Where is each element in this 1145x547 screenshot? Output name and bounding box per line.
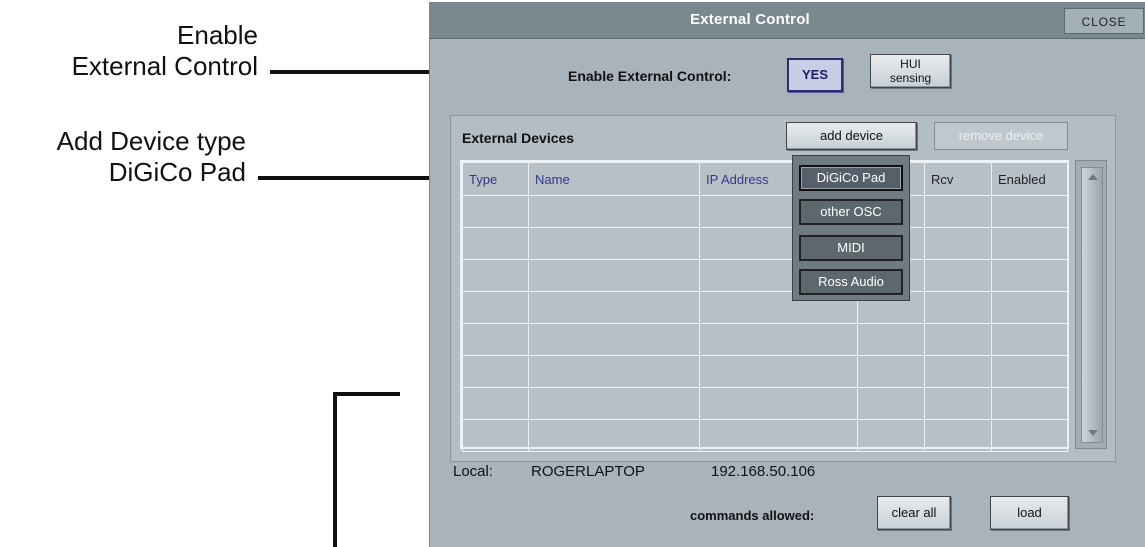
bracket-line-horizontal [333,392,400,396]
add-device-button[interactable]: add device [786,122,917,150]
enable-external-control-label: Enable External Control: [568,68,732,84]
callout-enable-line1: Enable [177,20,258,50]
clear-all-button[interactable]: clear all [877,496,951,530]
load-button[interactable]: load [990,496,1069,530]
enable-yes-button[interactable]: YES [787,58,843,92]
table-row[interactable] [462,387,1068,420]
callout-enable-line2: External Control [71,51,258,81]
callout-add-line1: Add Device type [56,126,246,156]
device-type-digico-pad[interactable]: DiGiCo Pad [799,165,903,191]
scrollbar-track[interactable] [1081,167,1103,443]
device-type-midi[interactable]: MIDI [799,235,903,261]
device-type-ross-audio[interactable]: Ross Audio [799,269,903,295]
callout-enable-external-control: Enable External Control [0,20,258,82]
table-row[interactable] [462,419,1068,452]
table-row[interactable] [462,195,1068,228]
hui-label: HUI [900,57,921,71]
column-name[interactable]: Name [528,162,700,196]
local-ip-address: 192.168.50.106 [711,463,816,480]
callout-add-device-type: Add Device type DiGiCo Pad [0,126,246,188]
sensing-label: sensing [889,71,932,85]
column-rcv[interactable]: Rcv [924,162,992,196]
external-control-window: External Control CLOSE Enable External C… [429,2,1145,547]
remove-device-button[interactable]: remove device [934,122,1068,150]
table-row[interactable] [462,259,1068,292]
column-type[interactable]: Type [462,162,529,196]
window-title: External Control [690,11,810,28]
local-host-name: ROGERLAPTOP [531,463,645,480]
table-row[interactable] [462,355,1068,388]
column-enabled[interactable]: Enabled [991,162,1068,196]
table-row[interactable] [462,291,1068,324]
external-devices-title: External Devices [462,130,575,146]
device-type-other-osc[interactable]: other OSC [799,199,903,225]
titlebar: External Control CLOSE [430,2,1145,39]
local-label: Local: [453,463,494,480]
commands-allowed-label: commands allowed: [690,508,815,523]
vertical-scrollbar[interactable] [1075,160,1107,449]
scroll-down-icon[interactable] [1088,430,1098,436]
callout-add-line2: DiGiCo Pad [108,157,246,187]
add-device-dropdown: DiGiCo Pad other OSC MIDI Ross Audio [792,155,910,301]
devices-table: Type Name IP Address Rcv Enabled [460,160,1069,452]
close-button[interactable]: CLOSE [1064,8,1144,34]
table-header-row: Type Name IP Address Rcv Enabled [462,162,1068,196]
hui-sensing-button[interactable]: HUI sensing [870,54,951,88]
bracket-line-vertical [333,392,337,547]
table-row[interactable] [462,227,1068,260]
scroll-up-icon[interactable] [1088,174,1098,180]
table-row[interactable] [462,323,1068,356]
